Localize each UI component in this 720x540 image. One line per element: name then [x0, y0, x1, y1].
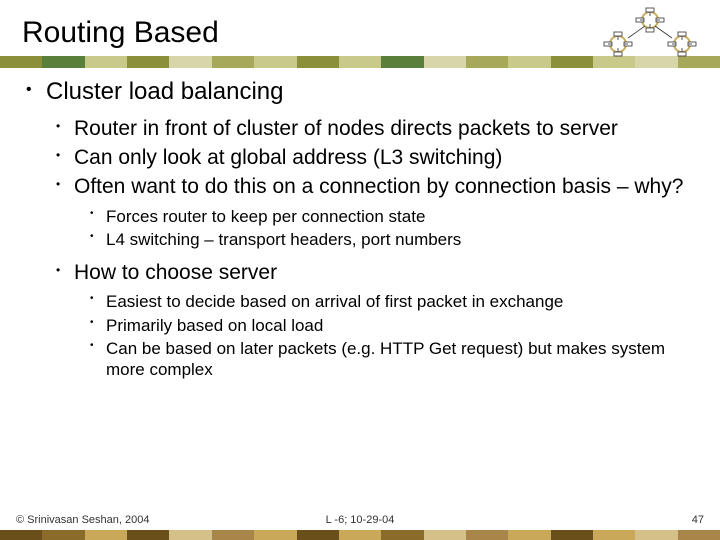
bullet-lvl2: How to choose server Easiest to decide ba… — [46, 260, 698, 380]
network-cluster-icon — [590, 6, 710, 62]
bullet-lvl3: Can be based on later packets (e.g. HTTP… — [74, 338, 698, 381]
bullet-lvl2-text: Router in front of cluster of nodes dire… — [74, 117, 618, 140]
bullet-lvl3: L4 switching – transport headers, port n… — [74, 229, 698, 250]
footer-stripe — [0, 530, 720, 540]
bullet-lvl2: Often want to do this on a connection by… — [46, 174, 698, 250]
footer-center: L -6; 10-29-04 — [326, 514, 395, 526]
bullet-lvl2-text: How to choose server — [74, 261, 277, 284]
bullet-lvl2: Router in front of cluster of nodes dire… — [46, 116, 698, 141]
bullet-lvl1-text: Cluster load balancing — [46, 78, 283, 105]
bullet-lvl3-text: L4 switching – transport headers, port n… — [106, 230, 461, 249]
slide-footer: © Srinivasan Seshan, 2004 L -6; 10-29-04… — [0, 514, 720, 540]
bullet-lvl3: Forces router to keep per connection sta… — [74, 206, 698, 227]
bullet-lvl2: Can only look at global address (L3 swit… — [46, 145, 698, 170]
footer-page-number: 47 — [692, 514, 704, 526]
slide-body: Cluster load balancing Router in front of… — [0, 68, 720, 380]
bullet-lvl3-text: Forces router to keep per connection sta… — [106, 207, 425, 226]
bullet-lvl1: Cluster load balancing Router in front of… — [22, 78, 698, 380]
bullet-lvl3-text: Can be based on later packets (e.g. HTTP… — [106, 339, 665, 379]
bullet-lvl3: Primarily based on local load — [74, 315, 698, 336]
bullet-lvl2-text: Can only look at global address (L3 swit… — [74, 146, 502, 169]
bullet-lvl3-text: Primarily based on local load — [106, 316, 323, 335]
footer-copyright: © Srinivasan Seshan, 2004 — [16, 514, 149, 526]
bullet-lvl3-text: Easiest to decide based on arrival of fi… — [106, 292, 563, 311]
bullet-lvl3: Easiest to decide based on arrival of fi… — [74, 291, 698, 312]
bullet-lvl2-text: Often want to do this on a connection by… — [74, 175, 683, 198]
